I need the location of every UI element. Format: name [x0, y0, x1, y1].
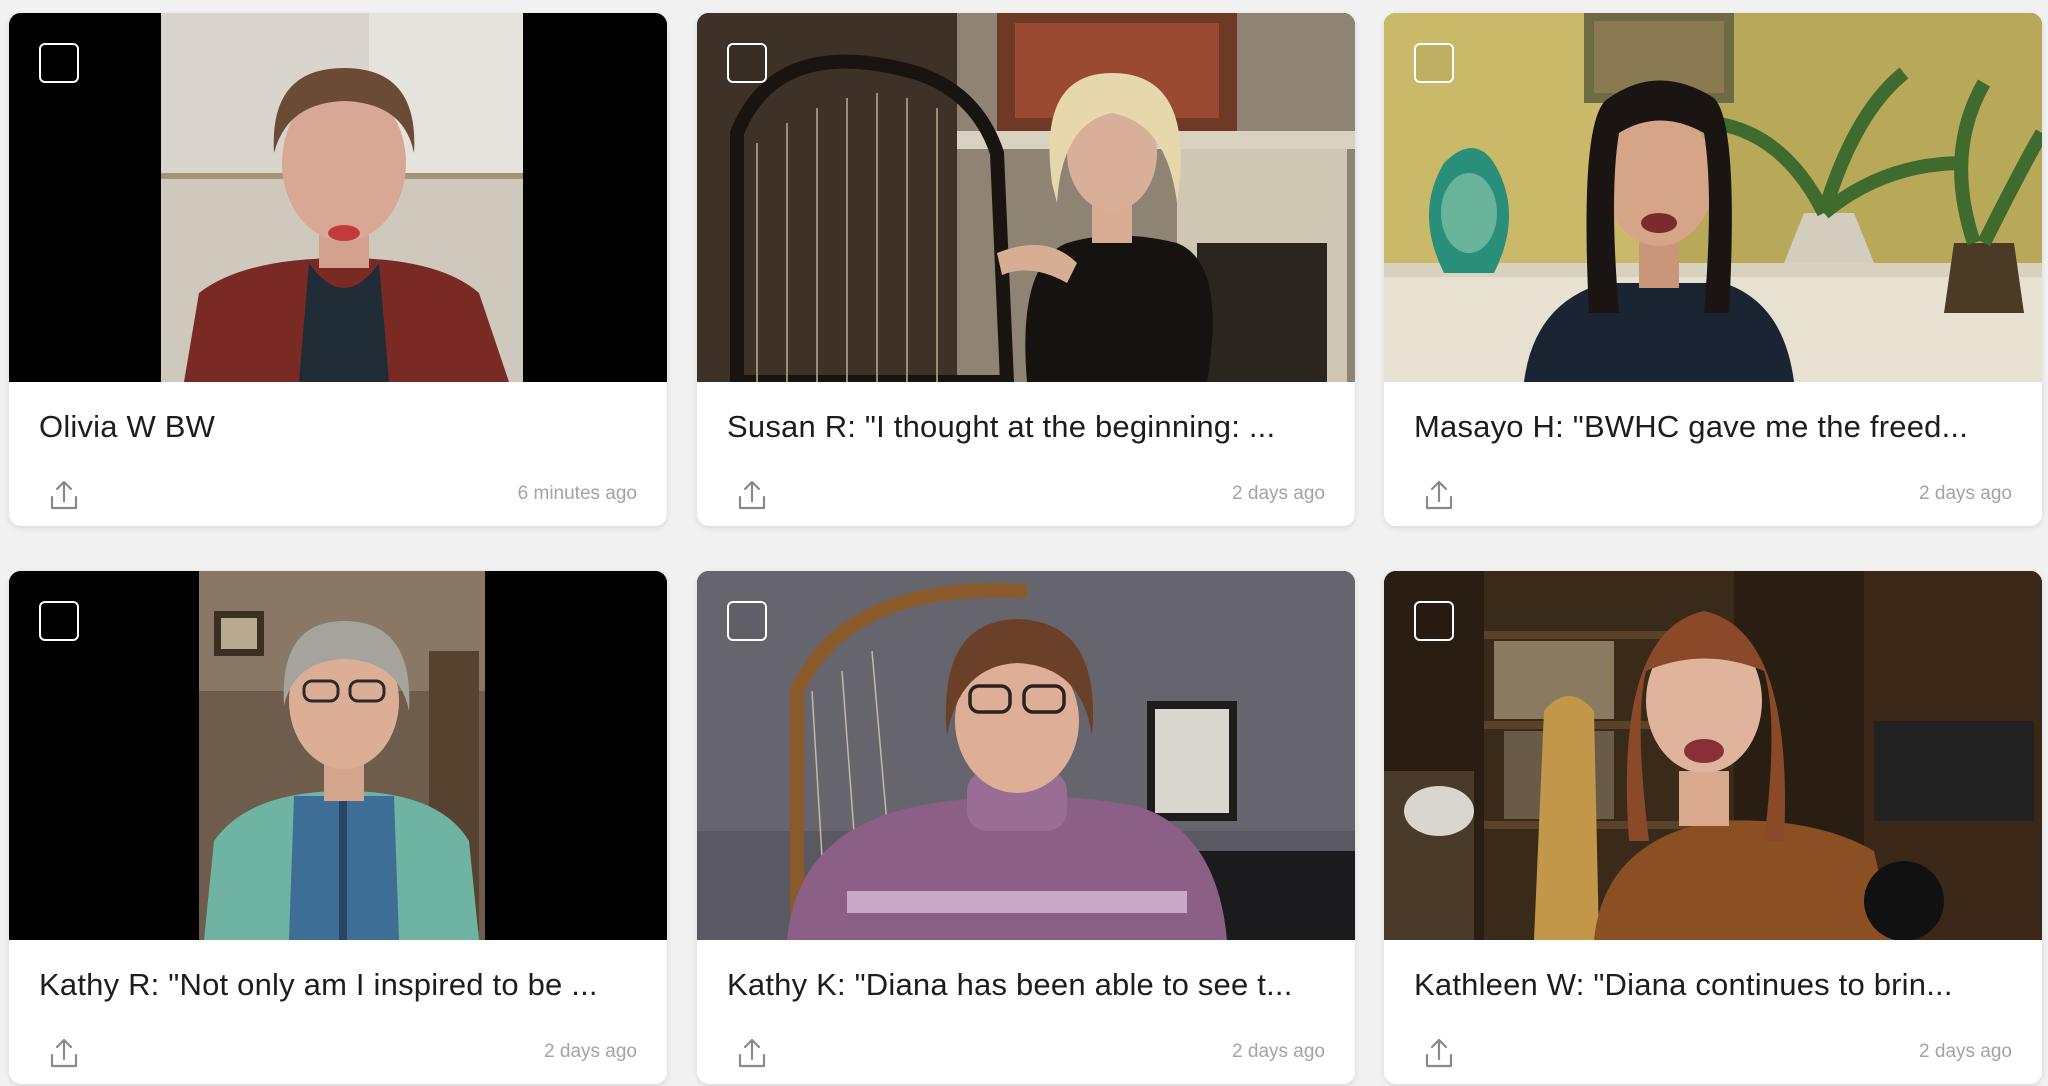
checkbox-icon[interactable]	[1414, 601, 1454, 641]
video-grid: Olivia W BW 6 minutes ago Susan R: "I th…	[0, 0, 2048, 1086]
video-thumbnail[interactable]	[697, 13, 1355, 382]
share-upload-icon[interactable]	[737, 479, 767, 511]
video-title[interactable]: Olivia W BW	[39, 409, 639, 445]
video-thumbnail[interactable]	[9, 13, 667, 382]
video-title[interactable]: Kathy K: "Diana has been able to see t..…	[727, 967, 1327, 1003]
thumbnail-image	[9, 571, 667, 940]
video-card[interactable]: Kathy R: "Not only am I inspired to be .…	[9, 571, 667, 1084]
checkbox-icon[interactable]	[39, 43, 79, 83]
video-thumbnail[interactable]	[1384, 13, 2042, 382]
video-thumbnail[interactable]	[697, 571, 1355, 940]
video-thumbnail[interactable]	[9, 571, 667, 940]
share-upload-icon[interactable]	[49, 479, 79, 511]
checkbox-icon[interactable]	[39, 601, 79, 641]
video-title[interactable]: Masayo H: "BWHC gave me the freed...	[1414, 409, 2014, 445]
timestamp: 2 days ago	[1919, 1041, 2012, 1062]
video-card[interactable]: Olivia W BW 6 minutes ago	[9, 13, 667, 526]
video-card[interactable]: Kathy K: "Diana has been able to see t..…	[697, 571, 1355, 1084]
video-card[interactable]: Masayo H: "BWHC gave me the freed... 2 d…	[1384, 13, 2042, 526]
checkbox-icon[interactable]	[727, 43, 767, 83]
share-upload-icon[interactable]	[737, 1037, 767, 1069]
share-upload-icon[interactable]	[1424, 1037, 1454, 1069]
timestamp: 2 days ago	[1232, 1041, 1325, 1062]
video-title[interactable]: Kathy R: "Not only am I inspired to be .…	[39, 967, 639, 1003]
thumbnail-image	[697, 13, 1355, 382]
video-card[interactable]: Susan R: "I thought at the beginning: ..…	[697, 13, 1355, 526]
video-title[interactable]: Susan R: "I thought at the beginning: ..…	[727, 409, 1327, 445]
timestamp: 6 minutes ago	[517, 483, 637, 504]
thumbnail-image	[9, 13, 667, 382]
share-upload-icon[interactable]	[1424, 479, 1454, 511]
share-upload-icon[interactable]	[49, 1037, 79, 1069]
thumbnail-image	[1384, 13, 2042, 382]
timestamp: 2 days ago	[1232, 483, 1325, 504]
timestamp: 2 days ago	[1919, 483, 2012, 504]
video-card[interactable]: Kathleen W: "Diana continues to brin... …	[1384, 571, 2042, 1084]
timestamp: 2 days ago	[544, 1041, 637, 1062]
video-title[interactable]: Kathleen W: "Diana continues to brin...	[1414, 967, 2014, 1003]
checkbox-icon[interactable]	[1414, 43, 1454, 83]
checkbox-icon[interactable]	[727, 601, 767, 641]
thumbnail-image	[1384, 571, 2042, 940]
thumbnail-image	[697, 571, 1355, 940]
video-thumbnail[interactable]	[1384, 571, 2042, 940]
